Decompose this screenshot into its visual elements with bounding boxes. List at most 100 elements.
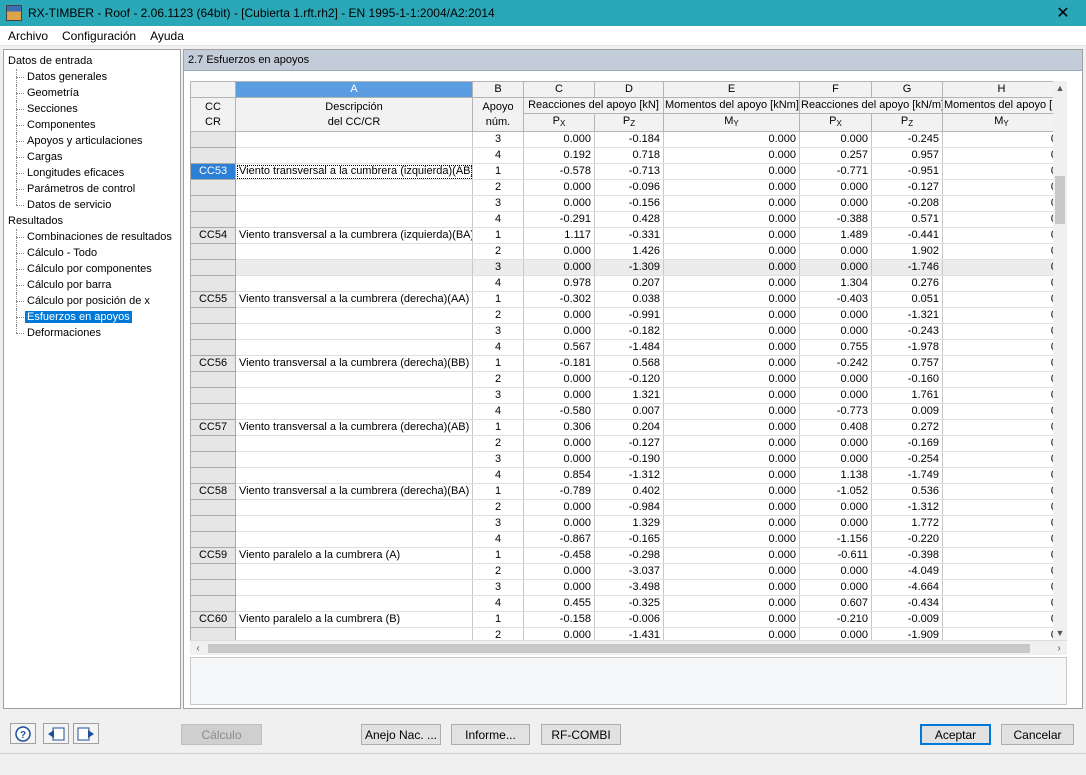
description-cell[interactable] [235, 323, 473, 340]
cc-cell[interactable] [190, 451, 236, 468]
px-per-m-cell[interactable]: 0.257 [799, 147, 872, 164]
table-row[interactable]: 30.0001.3290.0000.0001.7720 [190, 515, 1053, 532]
cc-cell[interactable] [190, 499, 236, 516]
pz-cell[interactable]: -0.096 [594, 179, 664, 196]
cc-cell[interactable] [190, 563, 236, 580]
my-cell[interactable]: 0.000 [663, 579, 800, 596]
cc-cell[interactable]: CC56 [190, 355, 236, 372]
my-per-m-cell[interactable]: 0 [942, 515, 1053, 532]
pz-per-m-cell[interactable]: 0.051 [871, 291, 943, 308]
description-cell[interactable] [235, 147, 473, 164]
px-cell[interactable]: 0.567 [523, 339, 595, 356]
pz-per-m-cell[interactable]: -1.909 [871, 627, 943, 640]
support-number-cell[interactable]: 1 [472, 291, 524, 308]
my-cell[interactable]: 0.000 [663, 163, 800, 180]
cc-cell[interactable] [190, 515, 236, 532]
scroll-up-icon[interactable]: ▲ [1053, 81, 1067, 95]
tree-item-servicio[interactable]: Datos de servicio [4, 197, 180, 213]
tree-item-calculo-barra[interactable]: Cálculo por barra [4, 277, 180, 293]
support-number-cell[interactable]: 2 [472, 371, 524, 388]
description-cell[interactable] [235, 307, 473, 324]
px-per-m-cell[interactable]: 0.000 [799, 195, 872, 212]
table-row[interactable]: 40.1920.7180.0000.2570.9570 [190, 147, 1053, 164]
close-window-icon[interactable]: ✕ [1040, 0, 1086, 26]
support-number-cell[interactable]: 1 [472, 483, 524, 500]
description-cell[interactable] [235, 627, 473, 640]
description-cell[interactable] [235, 467, 473, 484]
tree-item-secciones[interactable]: Secciones [4, 101, 180, 117]
menu-configuracion[interactable]: Configuración [55, 29, 143, 43]
cc-cell[interactable] [190, 595, 236, 612]
description-cell[interactable] [235, 179, 473, 196]
pz-cell[interactable]: -1.312 [594, 467, 664, 484]
support-number-cell[interactable]: 4 [472, 275, 524, 292]
px-per-m-cell[interactable]: 0.000 [799, 323, 872, 340]
description-cell[interactable] [235, 371, 473, 388]
my-per-m-cell[interactable]: 0 [942, 259, 1053, 276]
tree-group-results[interactable]: Resultados [4, 213, 180, 229]
tree-item-esfuerzos-apoyos[interactable]: Esfuerzos en apoyos [4, 309, 180, 325]
table-row[interactable]: CC57 Viento transversal a la cumbrera (de… [190, 419, 1053, 436]
px-per-m-cell[interactable]: 0.000 [799, 259, 872, 276]
pz-cell[interactable]: -0.165 [594, 531, 664, 548]
description-cell[interactable] [235, 499, 473, 516]
aceptar-button[interactable]: Aceptar [920, 724, 991, 745]
my-cell[interactable]: 0.000 [663, 483, 800, 500]
tree-item-geometria[interactable]: Geometría [4, 85, 180, 101]
support-number-cell[interactable]: 3 [472, 579, 524, 596]
my-cell[interactable]: 0.000 [663, 179, 800, 196]
support-number-cell[interactable]: 3 [472, 259, 524, 276]
description-cell[interactable]: Viento transversal a la cumbrera (derech… [235, 419, 473, 436]
description-cell[interactable] [235, 579, 473, 596]
px-cell[interactable]: -0.578 [523, 163, 595, 180]
cc-cell[interactable]: CC58 [190, 483, 236, 500]
pz-per-m-cell[interactable]: -4.049 [871, 563, 943, 580]
px-per-m-cell[interactable]: 0.000 [799, 451, 872, 468]
pz-cell[interactable]: 0.204 [594, 419, 664, 436]
vertical-scrollbar[interactable]: ▲ ▼ [1053, 81, 1067, 640]
px-cell[interactable]: 0.000 [523, 323, 595, 340]
cc-cell[interactable] [190, 579, 236, 596]
px-cell[interactable]: 0.854 [523, 467, 595, 484]
px-cell[interactable]: -0.580 [523, 403, 595, 420]
pz-cell[interactable]: 1.426 [594, 243, 664, 260]
pz-cell[interactable]: -0.156 [594, 195, 664, 212]
pz-per-m-cell[interactable]: -0.220 [871, 531, 943, 548]
px-per-m-cell[interactable]: -1.156 [799, 531, 872, 548]
table-row[interactable]: 20.000-0.0960.0000.000-0.1270 [190, 179, 1053, 196]
support-number-cell[interactable]: 1 [472, 611, 524, 628]
table-row[interactable]: CC55 Viento transversal a la cumbrera (de… [190, 291, 1053, 308]
tree-item-cargas[interactable]: Cargas [4, 149, 180, 165]
px-per-m-cell[interactable]: -1.052 [799, 483, 872, 500]
px-per-m-cell[interactable]: 0.607 [799, 595, 872, 612]
cc-cell[interactable]: CC55 [190, 291, 236, 308]
pz-cell[interactable]: -1.484 [594, 339, 664, 356]
my-per-m-cell[interactable]: 0 [942, 435, 1053, 452]
table-row[interactable]: CC60 Viento paralelo a la cumbrera (B) 1 -0… [190, 611, 1053, 628]
px-per-m-cell[interactable]: -0.388 [799, 211, 872, 228]
tree-item-componentes[interactable]: Componentes [4, 117, 180, 133]
support-number-cell[interactable]: 4 [472, 147, 524, 164]
px-per-m-cell[interactable]: -0.210 [799, 611, 872, 628]
informe-button[interactable]: Informe... [451, 724, 530, 745]
description-cell[interactable] [235, 339, 473, 356]
description-cell[interactable]: Viento transversal a la cumbrera (izquie… [235, 163, 473, 180]
pz-per-m-cell[interactable]: 0.957 [871, 147, 943, 164]
px-cell[interactable]: 0.000 [523, 499, 595, 516]
pz-cell[interactable]: -0.184 [594, 131, 664, 148]
px-per-m-cell[interactable]: 0.000 [799, 435, 872, 452]
description-cell[interactable]: Viento transversal a la cumbrera (derech… [235, 483, 473, 500]
description-cell[interactable] [235, 515, 473, 532]
table-row[interactable]: 20.000-0.1200.0000.000-0.1600 [190, 371, 1053, 388]
support-number-cell[interactable]: 3 [472, 131, 524, 148]
col-letter-h[interactable]: H [942, 81, 1053, 98]
pz-cell[interactable]: 0.402 [594, 483, 664, 500]
my-per-m-cell[interactable]: 0 [942, 387, 1053, 404]
help-button[interactable]: ? [10, 723, 36, 744]
next-table-button[interactable] [73, 723, 99, 744]
pz-cell[interactable]: -0.006 [594, 611, 664, 628]
cc-cell[interactable] [190, 403, 236, 420]
pz-cell[interactable]: -0.713 [594, 163, 664, 180]
pz-per-m-cell[interactable]: -0.169 [871, 435, 943, 452]
scroll-right-icon[interactable]: › [1051, 641, 1067, 656]
